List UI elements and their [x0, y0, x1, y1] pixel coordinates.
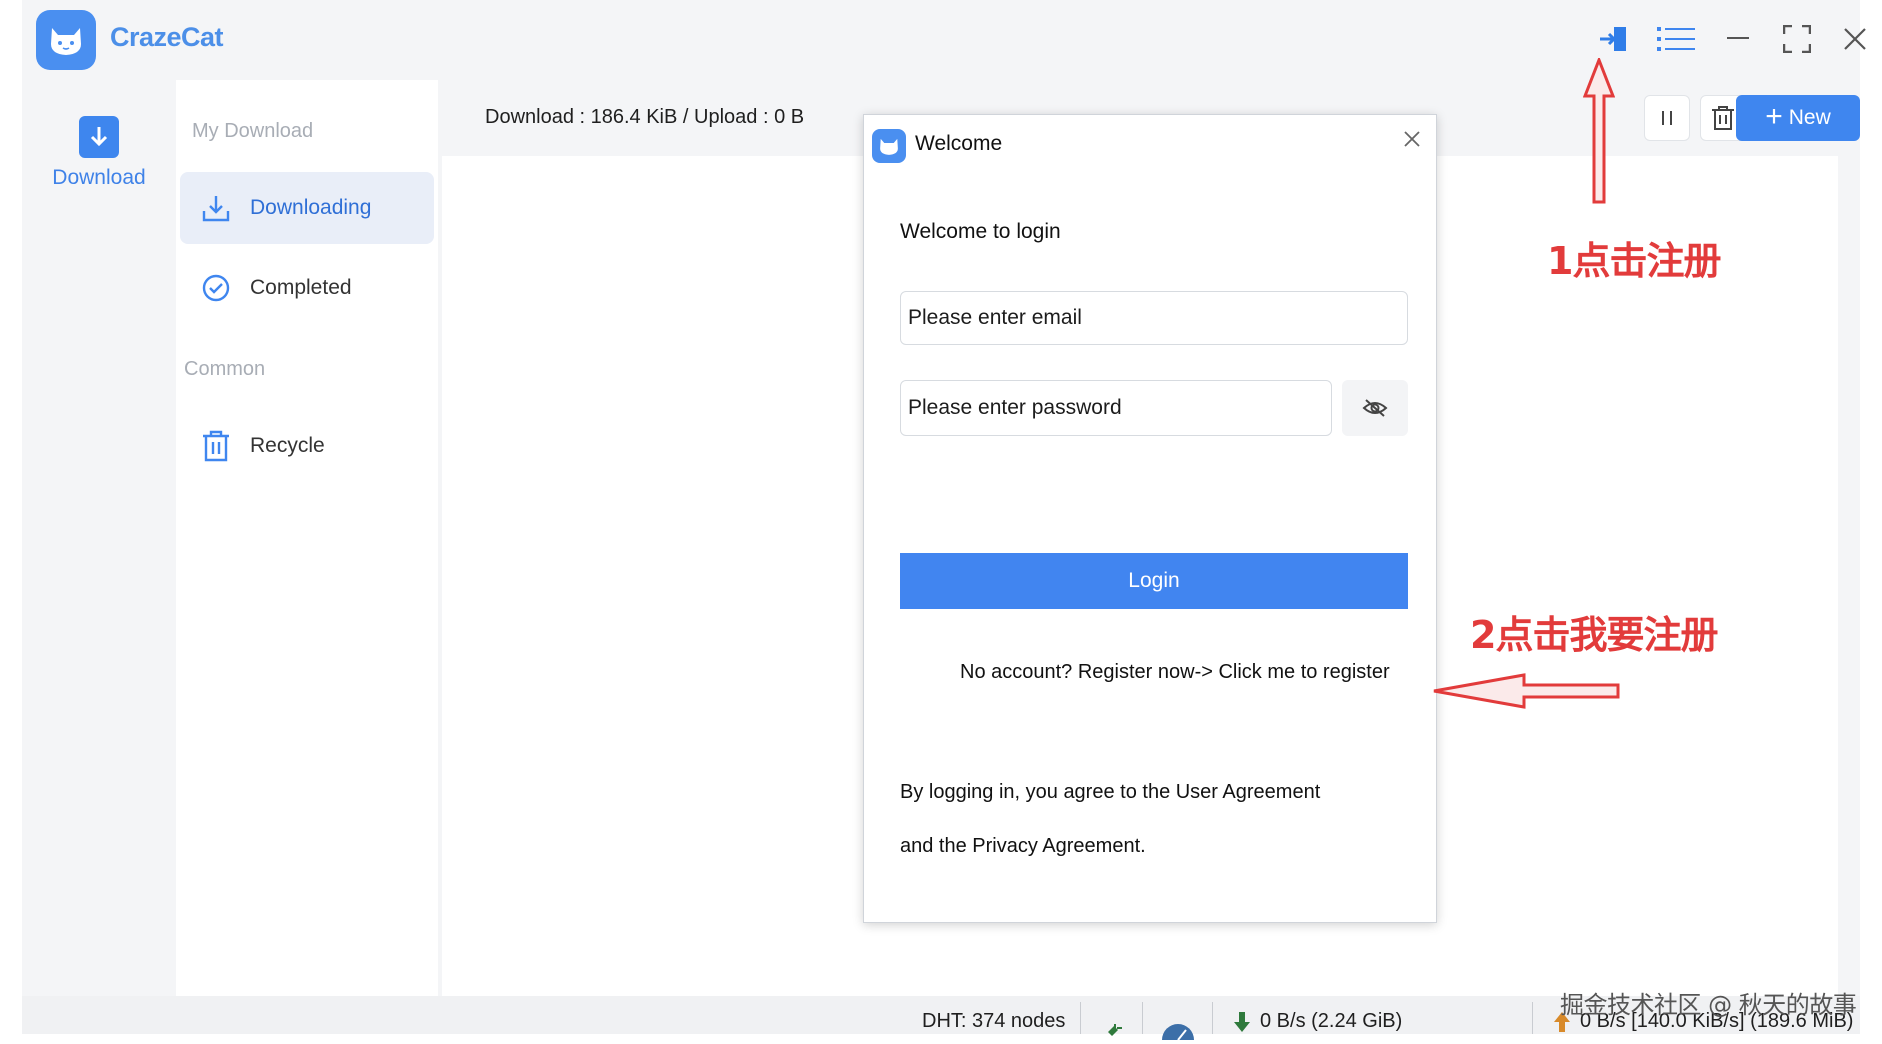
dialog-header: Welcome	[864, 115, 1436, 173]
password-field[interactable]	[900, 380, 1332, 436]
login-button[interactable]: Login	[900, 553, 1408, 609]
dht-status: DHT: 374 nodes	[922, 1010, 1066, 1032]
login-dialog: Welcome Welcome to login Login No accoun…	[863, 114, 1437, 923]
plus-icon: +	[1765, 99, 1783, 133]
agreement-line-1: By logging in, you agree to the User Agr…	[900, 781, 1321, 803]
menu-item-completed[interactable]: Completed	[180, 252, 434, 324]
agreement-line-2: and the Privacy Agreement.	[900, 835, 1146, 857]
download-box-icon	[79, 116, 119, 158]
email-input[interactable]	[901, 292, 1407, 344]
app-title: CrazeCat	[110, 22, 224, 52]
trash-icon	[200, 430, 232, 462]
register-link[interactable]: No account? Register now-> Click me to r…	[960, 661, 1390, 684]
menu-group-common: Common	[184, 358, 266, 380]
login-heading: Welcome to login	[900, 220, 1061, 243]
toggle-password-button[interactable]	[1342, 380, 1408, 436]
status-divider	[1212, 1002, 1213, 1034]
menu-item-label: Recycle	[250, 434, 325, 457]
new-task-button[interactable]: + New	[1736, 95, 1860, 141]
email-field[interactable]	[900, 291, 1408, 345]
plugin-icon[interactable]	[1100, 1022, 1122, 1044]
dialog-close-icon[interactable]	[1398, 125, 1426, 153]
menu-item-recycle[interactable]: Recycle	[180, 410, 434, 482]
maximize-icon[interactable]	[1780, 22, 1814, 56]
status-divider	[1532, 1002, 1533, 1034]
download-tray-icon	[200, 192, 232, 224]
speed-gauge-icon[interactable]	[1160, 1022, 1196, 1042]
download-arrow-icon	[1234, 1011, 1250, 1032]
pause-icon	[1662, 111, 1672, 125]
password-input[interactable]	[901, 381, 1331, 435]
minimize-icon[interactable]	[1722, 22, 1756, 56]
list-icon[interactable]	[1656, 22, 1696, 56]
menu-item-label: Downloading	[250, 196, 372, 219]
cat-logo-icon	[51, 28, 81, 55]
annotation-arrow-left	[1433, 673, 1620, 709]
dialog-title: Welcome	[915, 132, 1003, 155]
cat-logo-icon	[872, 129, 906, 163]
download-speed-status: 0 B/s (2.24 GiB)	[1232, 1010, 1402, 1033]
close-icon[interactable]	[1838, 22, 1872, 56]
annotation-step-2: 2点击我要注册	[1470, 613, 1718, 657]
eye-off-icon	[1362, 399, 1388, 417]
login-door-icon[interactable]	[1596, 22, 1630, 56]
rail-download-label: Download	[52, 166, 146, 189]
menu-item-label: Completed	[250, 276, 352, 299]
watermark: 掘金技术社区 @ 秋天的故事	[1560, 991, 1857, 1019]
menu-group-my-download: My Download	[192, 120, 314, 142]
download-speed-text: 0 B/s (2.24 GiB)	[1260, 1010, 1403, 1032]
new-task-label: New	[1788, 106, 1831, 129]
check-circle-icon	[200, 272, 232, 304]
trash-icon	[1712, 106, 1734, 130]
app-logo	[36, 10, 96, 70]
annotation-step-1: 1点击注册	[1547, 239, 1721, 283]
status-divider	[1142, 1002, 1143, 1034]
menu-item-downloading[interactable]: Downloading	[180, 172, 434, 244]
status-divider	[1080, 1002, 1081, 1034]
transfer-stats: Download : 186.4 KiB / Upload : 0 B	[485, 106, 805, 128]
rail-download[interactable]: Download	[40, 116, 158, 190]
pause-all-button[interactable]	[1644, 95, 1690, 141]
annotation-arrow-up	[1583, 58, 1615, 204]
side-menu: My Download Downloading Completed Common…	[176, 80, 438, 996]
